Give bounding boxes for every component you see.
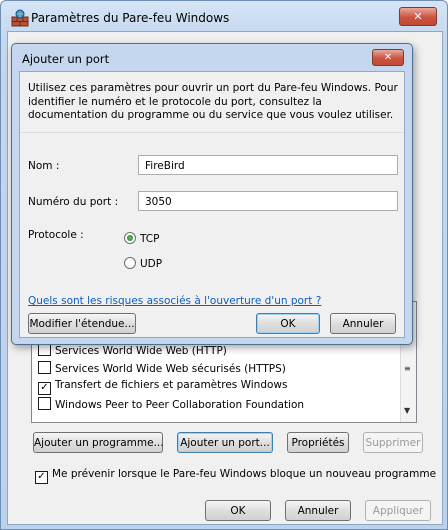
scroll-down-icon[interactable]: ▼ [404, 406, 410, 415]
dialog-ok-button[interactable]: OK [256, 313, 320, 334]
apply-button: Appliquer [365, 500, 431, 521]
checkbox[interactable] [38, 397, 51, 410]
dialog-title: Ajouter un port [22, 52, 110, 66]
dialog-close-button[interactable]: ✕ [372, 49, 404, 66]
list-item[interactable]: ✓ Transfert de fichiers et paramètres Win… [38, 379, 287, 395]
protocol-udp-radio[interactable]: UDP [124, 257, 162, 270]
protocol-tcp-radio[interactable]: TCP [124, 232, 159, 245]
list-item[interactable]: Services World Wide Web sécurisés (HTTPS… [38, 361, 286, 377]
dialog-cancel-button[interactable]: Annuler [330, 313, 396, 334]
scroll-grip-icon: ≡ [404, 364, 411, 373]
radio-label: UDP [140, 258, 163, 270]
add-port-dialog: Ajouter un port ✕ Utilisez ces paramètre… [11, 43, 413, 345]
radio-selected-icon [124, 232, 136, 244]
port-label: Numéro du port : [28, 196, 119, 208]
radio-label: TCP [140, 233, 160, 245]
change-scope-button[interactable]: Modifier l'étendue... [28, 313, 136, 334]
firewall-icon [11, 9, 29, 27]
list-item-label: Services World Wide Web sécurisés (HTTPS… [55, 363, 286, 375]
checkbox-checked[interactable]: ✓ [35, 471, 48, 484]
list-item-label: Windows Peer to Peer Collaboration Found… [55, 399, 305, 411]
ok-button[interactable]: OK [205, 500, 271, 521]
divider [20, 132, 404, 133]
name-label: Nom : [28, 160, 60, 172]
port-number-field[interactable]: 3050 [138, 191, 398, 211]
add-port-button[interactable]: Ajouter un port... [177, 432, 273, 453]
list-item-label: Services World Wide Web (HTTP) [55, 345, 227, 357]
add-program-button[interactable]: Ajouter un programme... [33, 432, 164, 453]
delete-button: Supprimer [363, 432, 423, 453]
risk-info-link[interactable]: Quels sont les risques associés à l'ouve… [28, 295, 321, 307]
close-icon: ✕ [413, 10, 423, 23]
properties-button[interactable]: Propriétés [287, 432, 349, 453]
radio-unselected-icon [124, 257, 136, 269]
name-field[interactable]: FireBird [138, 155, 398, 175]
close-icon: ✕ [383, 52, 393, 63]
window-title: Paramètres du Pare-feu Windows [31, 11, 230, 25]
window-close-button[interactable]: ✕ [399, 7, 437, 26]
checkbox[interactable] [38, 361, 51, 374]
protocol-label: Protocole : [28, 229, 84, 241]
list-item-label: Transfert de fichiers et paramètres Wind… [55, 379, 288, 391]
list-item[interactable]: Services World Wide Web (HTTP) [38, 343, 227, 359]
notify-option[interactable]: ✓ Me prévenir lorsque le Pare-feu Windows… [35, 468, 436, 484]
list-item[interactable]: Windows Peer to Peer Collaboration Found… [38, 397, 304, 413]
cancel-button[interactable]: Annuler [285, 500, 351, 521]
dialog-description: Utilisez ces paramètres pour ouvrir un p… [28, 82, 398, 121]
notify-label: Me prévenir lorsque le Pare-feu Windows … [52, 468, 437, 480]
checkbox-checked[interactable]: ✓ [38, 382, 51, 395]
dialog-body: Utilisez ces paramètres pour ouvrir un p… [19, 71, 405, 338]
